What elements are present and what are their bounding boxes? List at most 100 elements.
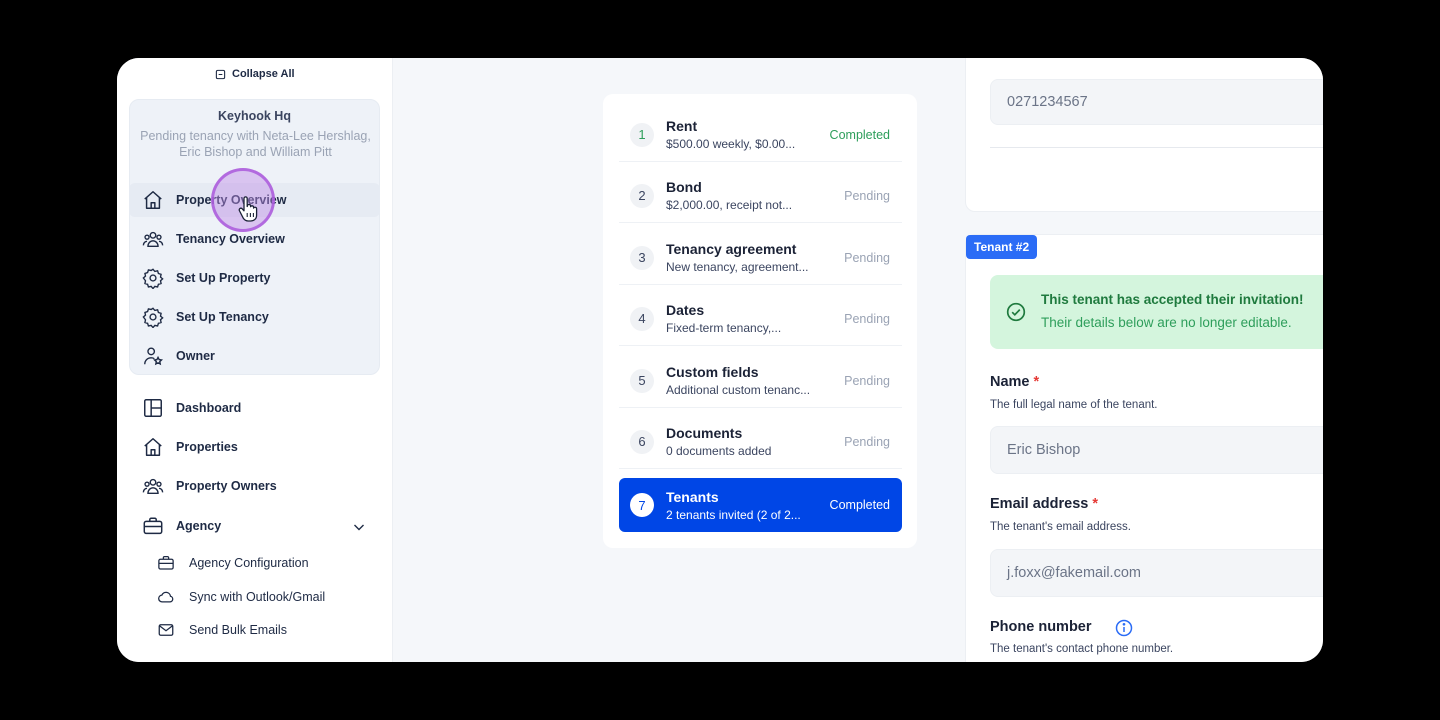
mail-icon bbox=[158, 624, 174, 636]
step-number: 4 bbox=[630, 306, 654, 331]
step-status: Pending bbox=[844, 311, 890, 326]
property-name: Keyhook Hq bbox=[218, 109, 291, 123]
step-tenancy-agreement[interactable]: 3 Tenancy agreement New tenancy, agreeme… bbox=[619, 231, 902, 285]
step-text: Custom fields Additional custom tenanc..… bbox=[666, 364, 836, 397]
invitation-accepted-notice: This tenant has accepted their invitatio… bbox=[990, 275, 1323, 349]
required-mark: * bbox=[1092, 496, 1099, 512]
sidebar-item-properties[interactable]: Properties bbox=[129, 430, 380, 464]
step-summary: 0 documents added bbox=[666, 444, 772, 458]
step-custom-fields[interactable]: 5 Custom fields Additional custom tenanc… bbox=[619, 354, 902, 408]
sidebar-subitem-sync-outlook-gmail[interactable]: Sync with Outlook/Gmail bbox=[157, 583, 325, 611]
previous-phone-field[interactable]: 0271234567 bbox=[990, 79, 1323, 125]
name-field[interactable]: Eric Bishop bbox=[990, 426, 1323, 474]
notice-title: This tenant has accepted their invitatio… bbox=[1041, 292, 1304, 307]
sidebar-item-property-overview[interactable]: Property Overview bbox=[129, 183, 380, 217]
step-text: Documents 0 documents added bbox=[666, 425, 836, 458]
collapse-all-button[interactable]: Collapse All bbox=[215, 68, 295, 80]
sidebar-subitem-send-bulk-emails[interactable]: Send Bulk Emails bbox=[157, 616, 287, 644]
sidebar-subitem-agency-configuration[interactable]: Agency Configuration bbox=[157, 549, 309, 577]
name-label-text: Name bbox=[990, 374, 1030, 390]
email-label: Email address * bbox=[990, 496, 1098, 512]
step-number: 7 bbox=[630, 493, 654, 517]
tenancy-steps-panel: 1 Rent $500.00 weekly, $0.00... Complete… bbox=[603, 94, 917, 548]
step-title: Tenancy agreement bbox=[666, 241, 797, 257]
step-title: Bond bbox=[666, 179, 702, 195]
step-text: Rent $500.00 weekly, $0.00... bbox=[666, 118, 836, 151]
sidebar-item-owner[interactable]: Owner bbox=[129, 339, 380, 373]
tenant-2-card: Tenant #2 This tenant has accepted their… bbox=[965, 234, 1323, 662]
phone-help: The tenant's contact phone number. bbox=[990, 643, 1174, 655]
step-bond[interactable]: 2 Bond $2,000.00, receipt not... Pending bbox=[619, 169, 902, 223]
briefcase-icon bbox=[158, 555, 174, 570]
users-icon bbox=[142, 231, 164, 248]
sidebar-subitem-label: Agency Configuration bbox=[189, 556, 309, 570]
info-icon[interactable] bbox=[1115, 619, 1133, 637]
property-status: Pending tenancy with Neta-Lee Hershlag, … bbox=[140, 129, 371, 159]
sidebar-item-label: Set Up Tenancy bbox=[176, 310, 269, 324]
panel-gutter bbox=[940, 58, 966, 662]
sidebar-item-label: Properties bbox=[176, 440, 238, 454]
step-summary: $2,000.00, receipt not... bbox=[666, 198, 793, 212]
step-status: Pending bbox=[844, 250, 890, 265]
email-help: The tenant's email address. bbox=[990, 521, 1131, 533]
home-icon bbox=[144, 438, 162, 456]
dashboard-icon bbox=[144, 399, 162, 417]
sidebar-item-dashboard[interactable]: Dashboard bbox=[129, 391, 380, 425]
step-text: Dates Fixed-term tenancy,... bbox=[666, 302, 836, 335]
sidebar-subitem-label: Send Bulk Emails bbox=[189, 623, 287, 637]
sidebar-item-tenancy-overview[interactable]: Tenancy Overview bbox=[129, 222, 380, 256]
step-title: Rent bbox=[666, 118, 698, 134]
step-status: Pending bbox=[844, 434, 890, 449]
divider bbox=[990, 147, 1323, 148]
step-text: Tenancy agreement New tenancy, agreement… bbox=[666, 241, 836, 274]
sidebar-item-label: Dashboard bbox=[176, 401, 242, 415]
step-documents[interactable]: 6 Documents 0 documents added Pending bbox=[619, 415, 902, 469]
previous-tenant-card: 0271234567 bbox=[965, 58, 1323, 212]
gear-icon bbox=[142, 307, 164, 328]
step-tenants[interactable]: 7 Tenants 2 tenants invited (2 of 2... C… bbox=[619, 478, 902, 532]
sidebar-item-property-owners[interactable]: Property Owners bbox=[129, 469, 380, 503]
step-title: Tenants bbox=[666, 488, 719, 505]
sidebar-item-label: Property Overview bbox=[176, 193, 287, 207]
cloud-icon bbox=[158, 591, 174, 603]
sidebar-item-label: Owner bbox=[176, 349, 215, 363]
step-number: 5 bbox=[630, 368, 654, 393]
chevron-down-icon[interactable] bbox=[352, 520, 366, 534]
sidebar-item-label: Tenancy Overview bbox=[176, 232, 285, 246]
step-status: Completed bbox=[829, 127, 890, 142]
step-summary: $500.00 weekly, $0.00... bbox=[666, 137, 796, 151]
step-summary: Fixed-term tenancy,... bbox=[666, 321, 782, 335]
sidebar-item-label: Property Owners bbox=[176, 479, 277, 493]
app-window: Collapse All Keyhook Hq Pending tenancy … bbox=[117, 58, 1323, 662]
step-title: Documents bbox=[666, 425, 743, 441]
step-number: 3 bbox=[630, 245, 654, 270]
briefcase-icon bbox=[143, 517, 163, 535]
sidebar-item-label: Set Up Property bbox=[176, 271, 271, 285]
step-number: 6 bbox=[630, 429, 654, 454]
sidebar-item-set-up-tenancy[interactable]: Set Up Tenancy bbox=[129, 300, 380, 334]
sidebar-subitem-label: Sync with Outlook/Gmail bbox=[189, 590, 326, 604]
step-summary: 2 tenants invited (2 of 2... bbox=[666, 507, 801, 522]
step-dates[interactable]: 4 Dates Fixed-term tenancy,... Pending bbox=[619, 292, 902, 346]
sidebar-item-agency[interactable]: Agency bbox=[129, 509, 380, 543]
users-icon bbox=[142, 478, 164, 495]
step-summary: Additional custom tenanc... bbox=[666, 383, 811, 397]
step-text: Tenants 2 tenants invited (2 of 2... bbox=[666, 489, 836, 522]
step-title: Dates bbox=[666, 302, 705, 318]
step-text: Bond $2,000.00, receipt not... bbox=[666, 179, 836, 212]
notice-subtitle: Their details below are no longer editab… bbox=[1041, 315, 1292, 330]
tenant-badge: Tenant #2 bbox=[966, 235, 1038, 259]
step-rent[interactable]: 1 Rent $500.00 weekly, $0.00... Complete… bbox=[619, 108, 902, 162]
step-number: 2 bbox=[630, 183, 654, 208]
sidebar-item-label: Agency bbox=[176, 519, 222, 533]
phone-label: Phone number bbox=[990, 619, 1092, 635]
name-label: Name * bbox=[990, 374, 1039, 390]
home-icon bbox=[144, 191, 162, 209]
step-status: Pending bbox=[844, 188, 890, 203]
check-circle-icon bbox=[1006, 302, 1026, 322]
name-help: The full legal name of the tenant. bbox=[990, 399, 1158, 411]
email-field[interactable]: j.foxx@fakemail.com bbox=[990, 549, 1323, 597]
collapse-icon bbox=[215, 69, 226, 79]
sidebar-item-set-up-property[interactable]: Set Up Property bbox=[129, 261, 380, 295]
required-mark: * bbox=[1033, 374, 1040, 390]
